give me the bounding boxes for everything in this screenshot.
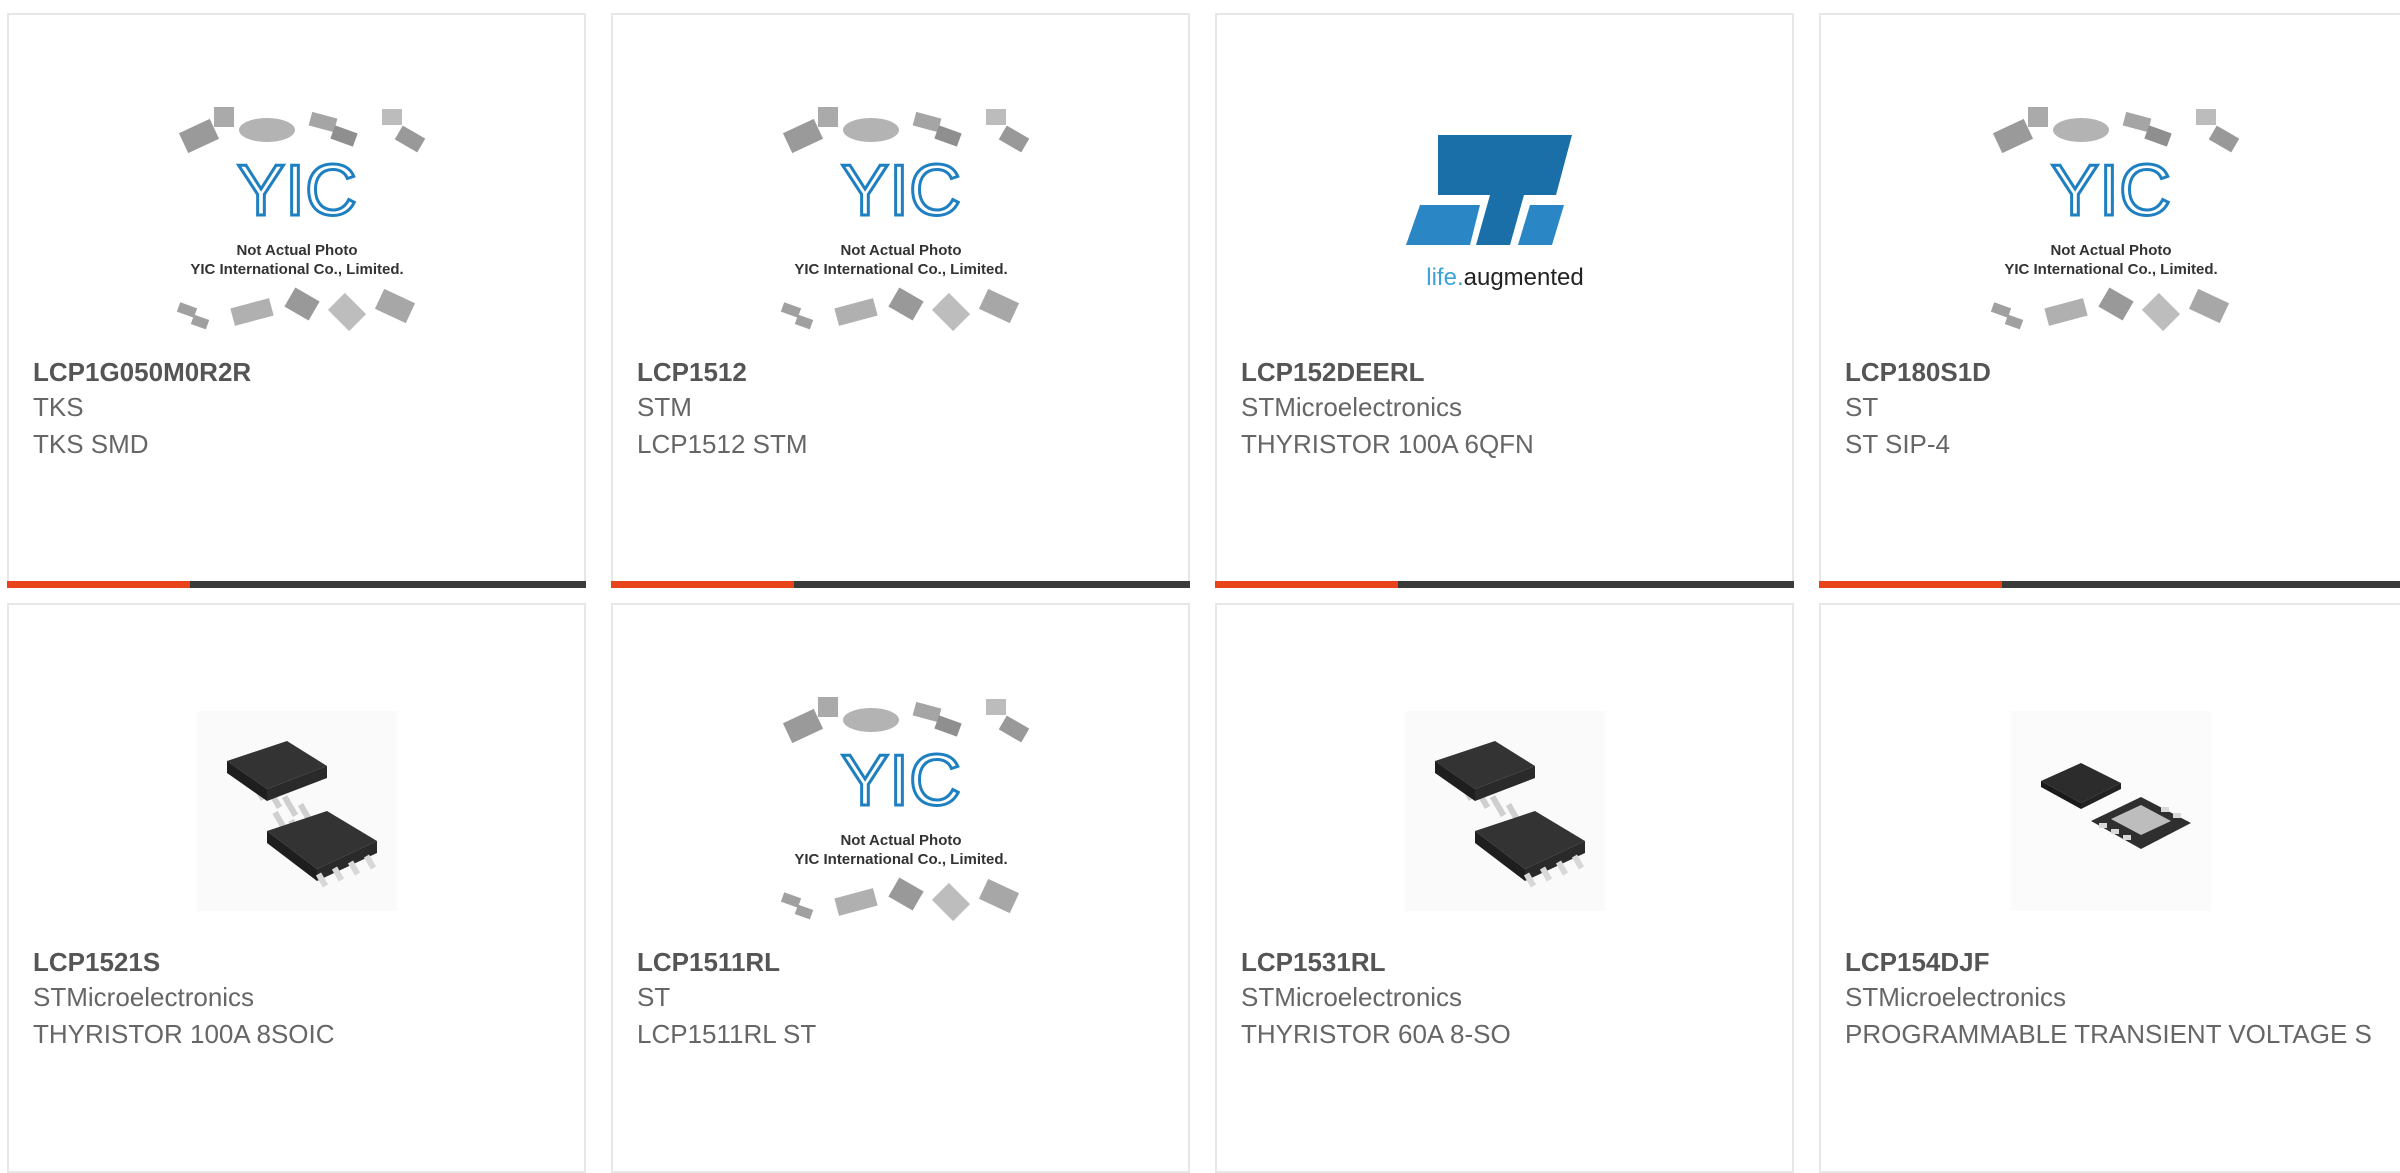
- yic-logo-icon: YIC: [840, 741, 960, 821]
- part-number[interactable]: LCP1511RL: [637, 945, 1164, 979]
- part-number[interactable]: LCP1531RL: [1241, 945, 1768, 979]
- product-card[interactable]: LCP154DJF STMicroelectronics PROGRAMMABL…: [1819, 603, 2400, 1173]
- product-info: LCP1511RL ST LCP1511RL ST: [637, 945, 1164, 1053]
- product-image-soic8[interactable]: [152, 685, 442, 937]
- part-number[interactable]: LCP1512: [637, 355, 1164, 389]
- manufacturer: STMicroelectronics: [1845, 982, 2067, 1012]
- part-number[interactable]: LCP154DJF: [1845, 945, 2377, 979]
- product-image-qfn[interactable]: [1966, 685, 2256, 937]
- manufacturer: TKS: [33, 392, 84, 422]
- yic-logo-icon: YIC: [2051, 151, 2171, 231]
- manufacturer: STM: [637, 392, 692, 422]
- description: TKS SMD: [33, 429, 149, 459]
- svg-text:YIC International Co., Limited: YIC International Co., Limited.: [794, 261, 1007, 278]
- description: LCP1511RL ST: [637, 1019, 817, 1049]
- placeholder-caption-line2: YIC International Co., Limited.: [190, 261, 403, 278]
- soic8-chip-icon: [196, 711, 397, 911]
- yic-logo-icon: YIC: [840, 151, 960, 231]
- card-footer-bar: [1215, 581, 1794, 588]
- product-card[interactable]: LCP1521S STMicroelectronics THYRISTOR 10…: [7, 603, 586, 1173]
- product-image-placeholder[interactable]: YIC Not Actual Photo YIC International C…: [756, 95, 1046, 347]
- product-info: LCP1512 STM LCP1512 STM: [637, 355, 1164, 463]
- manufacturer: STMicroelectronics: [1241, 982, 1463, 1012]
- product-card[interactable]: YIC Not Actual Photo YIC International C…: [611, 603, 1190, 1173]
- placeholder-caption-line1: Not Actual Photo: [236, 242, 357, 259]
- product-info: LCP1G050M0R2R TKS TKS SMD: [33, 355, 560, 463]
- part-number[interactable]: LCP180S1D: [1845, 355, 2377, 389]
- card-footer-bar: [7, 581, 586, 588]
- product-image-placeholder[interactable]: YIC Not Actual Photo YIC International C…: [1966, 95, 2256, 347]
- product-card[interactable]: YIC Not Actual Photo YIC International C…: [1819, 13, 2400, 588]
- svg-text:Not Actual Photo: Not Actual Photo: [840, 832, 961, 849]
- product-card[interactable]: life.augmented LCP152DEERL STMicroelectr…: [1215, 13, 1794, 588]
- product-image-placeholder[interactable]: YIC Not Actual Photo YIC International C…: [756, 685, 1046, 937]
- product-info: LCP152DEERL STMicroelectronics THYRISTOR…: [1241, 355, 1768, 463]
- product-card[interactable]: YIC Not Actual Photo YIC International C…: [7, 13, 586, 588]
- product-card[interactable]: YIC Not Actual Photo YIC International C…: [611, 13, 1190, 588]
- svg-text:YIC International Co., Limited: YIC International Co., Limited.: [2004, 261, 2217, 278]
- yic-logo-icon: YIC: [236, 151, 356, 231]
- description: ST SIP-4: [1845, 429, 1951, 459]
- manufacturer: STMicroelectronics: [33, 982, 255, 1012]
- svg-text:Not Actual Photo: Not Actual Photo: [840, 242, 961, 259]
- product-info: LCP180S1D ST ST SIP-4: [1845, 355, 2377, 463]
- description: THYRISTOR 100A 8SOIC: [33, 1019, 335, 1049]
- part-number[interactable]: LCP1521S: [33, 945, 560, 979]
- product-image-soic8[interactable]: [1360, 685, 1650, 937]
- card-footer-bar: [1819, 581, 2400, 588]
- manufacturer: ST: [1845, 392, 1879, 422]
- product-card[interactable]: LCP1531RL STMicroelectronics THYRISTOR 6…: [1215, 603, 1794, 1173]
- description: THYRISTOR 60A 8-SO: [1241, 1019, 1511, 1049]
- part-number[interactable]: LCP152DEERL: [1241, 355, 1768, 389]
- product-image-st-logo[interactable]: life.augmented: [1360, 95, 1650, 347]
- description: PROGRAMMABLE TRANSIENT VOLTAGE S: [1845, 1019, 2372, 1049]
- product-info: LCP1521S STMicroelectronics THYRISTOR 10…: [33, 945, 560, 1053]
- qfn-chip-icon: [2011, 711, 2211, 911]
- product-grid: YIC Not Actual Photo YIC International C…: [0, 0, 2400, 1173]
- manufacturer: ST: [637, 982, 671, 1012]
- soic8-chip-icon: [1404, 711, 1605, 911]
- product-info: LCP1531RL STMicroelectronics THYRISTOR 6…: [1241, 945, 1768, 1053]
- description: THYRISTOR 100A 6QFN: [1241, 429, 1534, 459]
- svg-text:YIC International Co., Limited: YIC International Co., Limited.: [794, 851, 1007, 868]
- card-footer-bar: [611, 581, 1190, 588]
- product-info: LCP154DJF STMicroelectronics PROGRAMMABL…: [1845, 945, 2377, 1053]
- svg-text:life.augmented: life.augmented: [1426, 264, 1583, 291]
- manufacturer: STMicroelectronics: [1241, 392, 1463, 422]
- svg-text:Not Actual Photo: Not Actual Photo: [2050, 242, 2171, 259]
- product-image-placeholder[interactable]: YIC Not Actual Photo YIC International C…: [152, 95, 442, 347]
- description: LCP1512 STM: [637, 429, 808, 459]
- part-number[interactable]: LCP1G050M0R2R: [33, 355, 560, 389]
